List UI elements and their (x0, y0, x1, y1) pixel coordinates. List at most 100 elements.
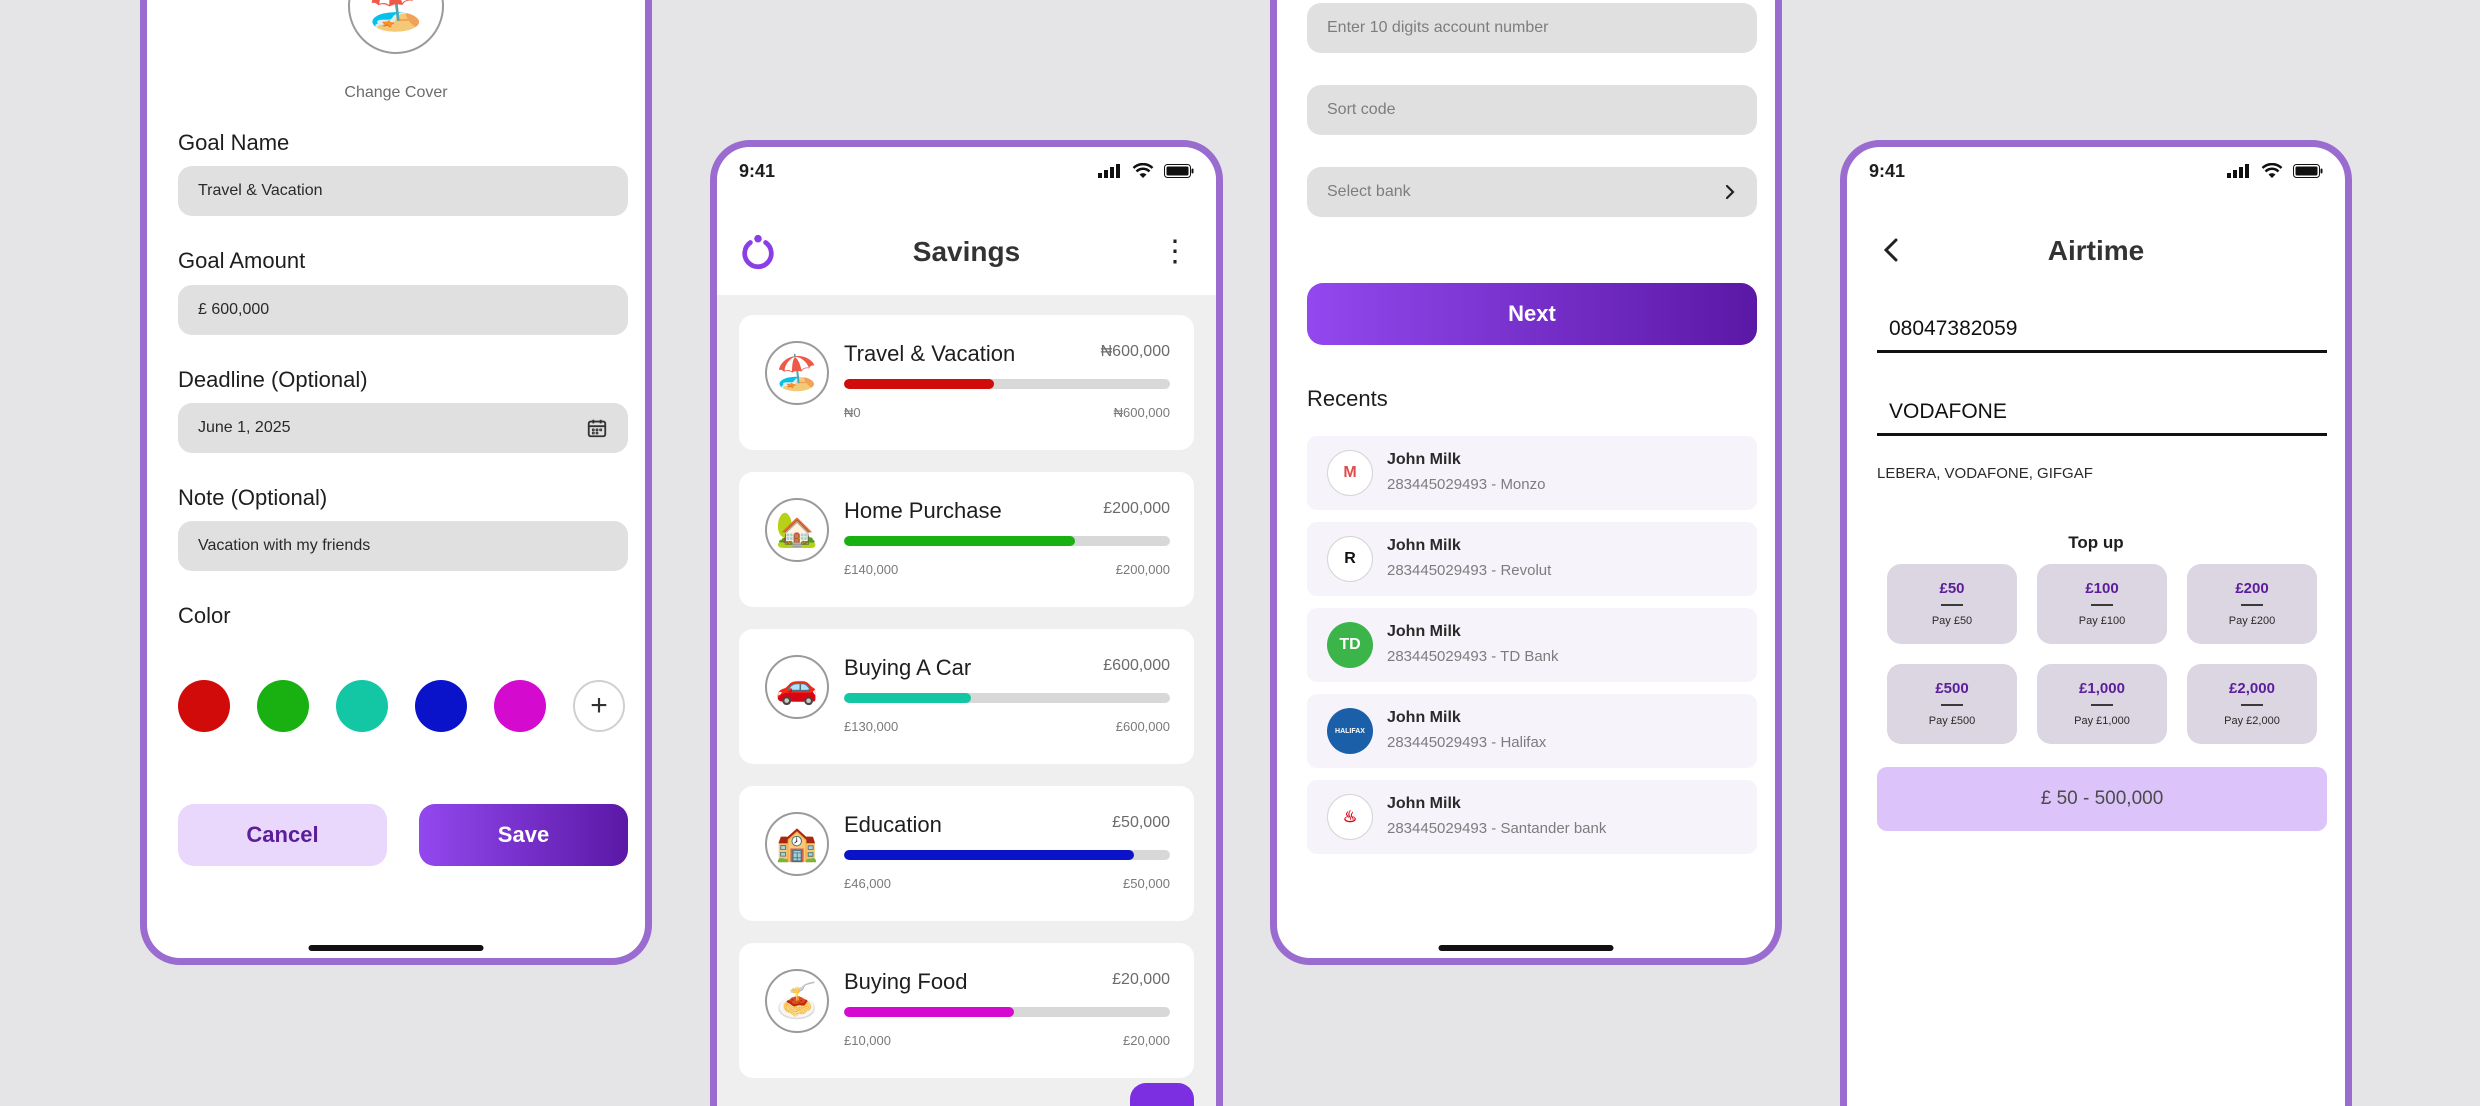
battery-icon (2293, 164, 2323, 178)
goal-name: Home Purchase (844, 498, 1002, 523)
recipient-detail: 283445029493 - Revolut (1387, 562, 1552, 579)
topup-option[interactable]: £2,000 Pay £2,000 (2187, 664, 2317, 744)
add-color-button[interactable]: + (573, 680, 625, 732)
topup-pay-label: Pay £2,000 (2224, 715, 2280, 727)
goal-card[interactable]: 🍝 Buying Food £20,000 £10,000 £20,000 (739, 943, 1194, 1078)
topup-pay-label: Pay £1,000 (2074, 715, 2130, 727)
topup-option[interactable]: £1,000 Pay £1,000 (2037, 664, 2167, 744)
signal-icon (2227, 164, 2249, 178)
divider (2091, 704, 2113, 706)
color-swatch-magenta[interactable] (494, 680, 546, 732)
note-field[interactable]: Vacation with my friends (178, 521, 628, 571)
deadline-field[interactable]: June 1, 2025 (178, 403, 628, 453)
add-goal-button[interactable]: + (1130, 1083, 1194, 1106)
topup-option[interactable]: £100 Pay £100 (2037, 564, 2167, 644)
savings-screen: 9:41 Savings ⋮ 🏖️ Travel & Vacation ₦600,0… (710, 140, 1223, 1106)
bank-logo-text: R (1344, 550, 1356, 567)
goal-total-amount: £20,000 (1123, 1033, 1170, 1048)
goal-saved-amount: £10,000 (844, 1033, 891, 1048)
calendar-icon[interactable] (586, 417, 608, 439)
goal-progress-bar (844, 1007, 1170, 1017)
next-button[interactable]: Next (1307, 283, 1757, 345)
airtime-screen: 9:41 Airtime 08047382059 VODAFONE LEBERA… (1840, 140, 2352, 1106)
select-bank-field[interactable]: Select bank (1307, 167, 1757, 217)
bank-logo-text: ♨ (1342, 809, 1358, 826)
status-bar: 9:41 (1847, 147, 2345, 195)
page-title: Savings (912, 236, 1021, 267)
recipient-detail: 283445029493 - Monzo (1387, 476, 1546, 493)
status-bar: 9:41 (717, 147, 1216, 195)
color-swatch-teal[interactable] (336, 680, 388, 732)
page-title: Airtime (2047, 235, 2145, 266)
recents-title: Recents (1307, 386, 1388, 411)
goal-name-field[interactable]: Travel & Vacation (178, 166, 628, 216)
goal-card[interactable]: 🏫 Education £50,000 £46,000 £50,000 (739, 786, 1194, 921)
wifi-icon (2261, 163, 2283, 178)
color-swatch-green[interactable] (257, 680, 309, 732)
topup-option[interactable]: £50 Pay £50 (1887, 564, 2017, 644)
status-time: 9:41 (739, 160, 776, 181)
topup-amount: £200 (2235, 580, 2269, 597)
color-swatch-red[interactable] (178, 680, 230, 732)
sort-code-input[interactable]: Sort code (1307, 85, 1757, 135)
wifi-icon (1132, 163, 1154, 178)
goal-amount-label: Goal Amount (178, 248, 306, 273)
topup-option[interactable]: £200 Pay £200 (2187, 564, 2317, 644)
deadline-label: Deadline (Optional) (178, 367, 368, 392)
account-number-input[interactable]: Enter 10 digits account number (1307, 3, 1757, 53)
signal-icon (1098, 164, 1120, 178)
topup-pay-label: Pay £200 (2228, 615, 2276, 627)
goal-target: £20,000 (1112, 971, 1170, 988)
goal-icon: 🚗 (765, 655, 829, 719)
cancel-button[interactable]: Cancel (178, 804, 387, 866)
divider (2241, 604, 2263, 606)
goal-name: Buying Food (844, 969, 968, 994)
sort-code-placeholder: Sort code (1327, 101, 1396, 118)
save-button[interactable]: Save (419, 804, 628, 866)
networks-hint: LEBERA, VODAFONE, GIFGAF (1877, 465, 2093, 482)
goal-emoji-icon: 🏫 (775, 825, 819, 863)
recipient-name: John Milk (1387, 795, 1461, 812)
goal-progress-bar (844, 850, 1170, 860)
note-value: Vacation with my friends (198, 537, 371, 554)
goal-target: £50,000 (1112, 814, 1170, 831)
goal-card[interactable]: 🏖️ Travel & Vacation ₦600,000 ₦0 ₦600,000 (739, 315, 1194, 450)
goal-name-label: Goal Name (178, 130, 290, 155)
recent-recipient-row[interactable]: HALIFAX John Milk 283445029493 - Halifax (1307, 694, 1757, 768)
goal-saved-amount: £130,000 (844, 719, 899, 734)
recipient-detail: 283445029493 - Halifax (1387, 734, 1547, 751)
cover-image[interactable]: 🏖️ (348, 0, 444, 54)
goal-card[interactable]: 🚗 Buying A Car £600,000 £130,000 £600,000 (739, 629, 1194, 764)
recent-recipient-row[interactable]: TD John Milk 283445029493 - TD Bank (1307, 608, 1757, 682)
edit-goal-screen: 🏖️ Change Cover Goal Name Travel & Vacat… (140, 0, 652, 965)
divider (2091, 604, 2113, 606)
goal-emoji-icon: 🏖️ (775, 354, 819, 392)
goal-icon: 🏡 (765, 498, 829, 562)
recent-recipient-row[interactable]: M John Milk 283445029493 - Monzo (1307, 436, 1757, 510)
bank-logo-icon: ♨ (1327, 794, 1373, 840)
home-indicator (308, 945, 484, 951)
deadline-value: June 1, 2025 (198, 419, 291, 436)
recent-recipient-row[interactable]: R John Milk 283445029493 - Revolut (1307, 522, 1757, 596)
goal-saved-amount: £140,000 (844, 562, 899, 577)
more-options-icon[interactable]: ⋮ (1160, 237, 1190, 267)
divider (1941, 704, 1963, 706)
beach-icon: 🏖️ (367, 0, 425, 32)
goal-amount-field[interactable]: £ 600,000 (178, 285, 628, 335)
phone-number-input[interactable]: 08047382059 (1877, 307, 2327, 353)
topup-option[interactable]: £500 Pay £500 (1887, 664, 2017, 744)
color-swatch-blue[interactable] (415, 680, 467, 732)
goal-name: Travel & Vacation (844, 341, 1016, 366)
goal-total-amount: £200,000 (1115, 562, 1170, 577)
goal-card[interactable]: 🏡 Home Purchase £200,000 £140,000 £200,000 (739, 472, 1194, 607)
color-swatches: + (178, 680, 625, 732)
amount-range-field[interactable]: £ 50 - 500,000 (1877, 767, 2327, 831)
goal-name-value: Travel & Vacation (198, 182, 323, 199)
goal-name: Education (844, 812, 942, 837)
topup-amount: £50 (1939, 580, 1965, 597)
network-input[interactable]: VODAFONE (1877, 390, 2327, 436)
goal-total-amount: £600,000 (1115, 719, 1170, 734)
battery-icon (1164, 164, 1194, 178)
recent-recipient-row[interactable]: ♨ John Milk 283445029493 - Santander bank (1307, 780, 1757, 854)
change-cover-link[interactable]: Change Cover (147, 84, 645, 102)
